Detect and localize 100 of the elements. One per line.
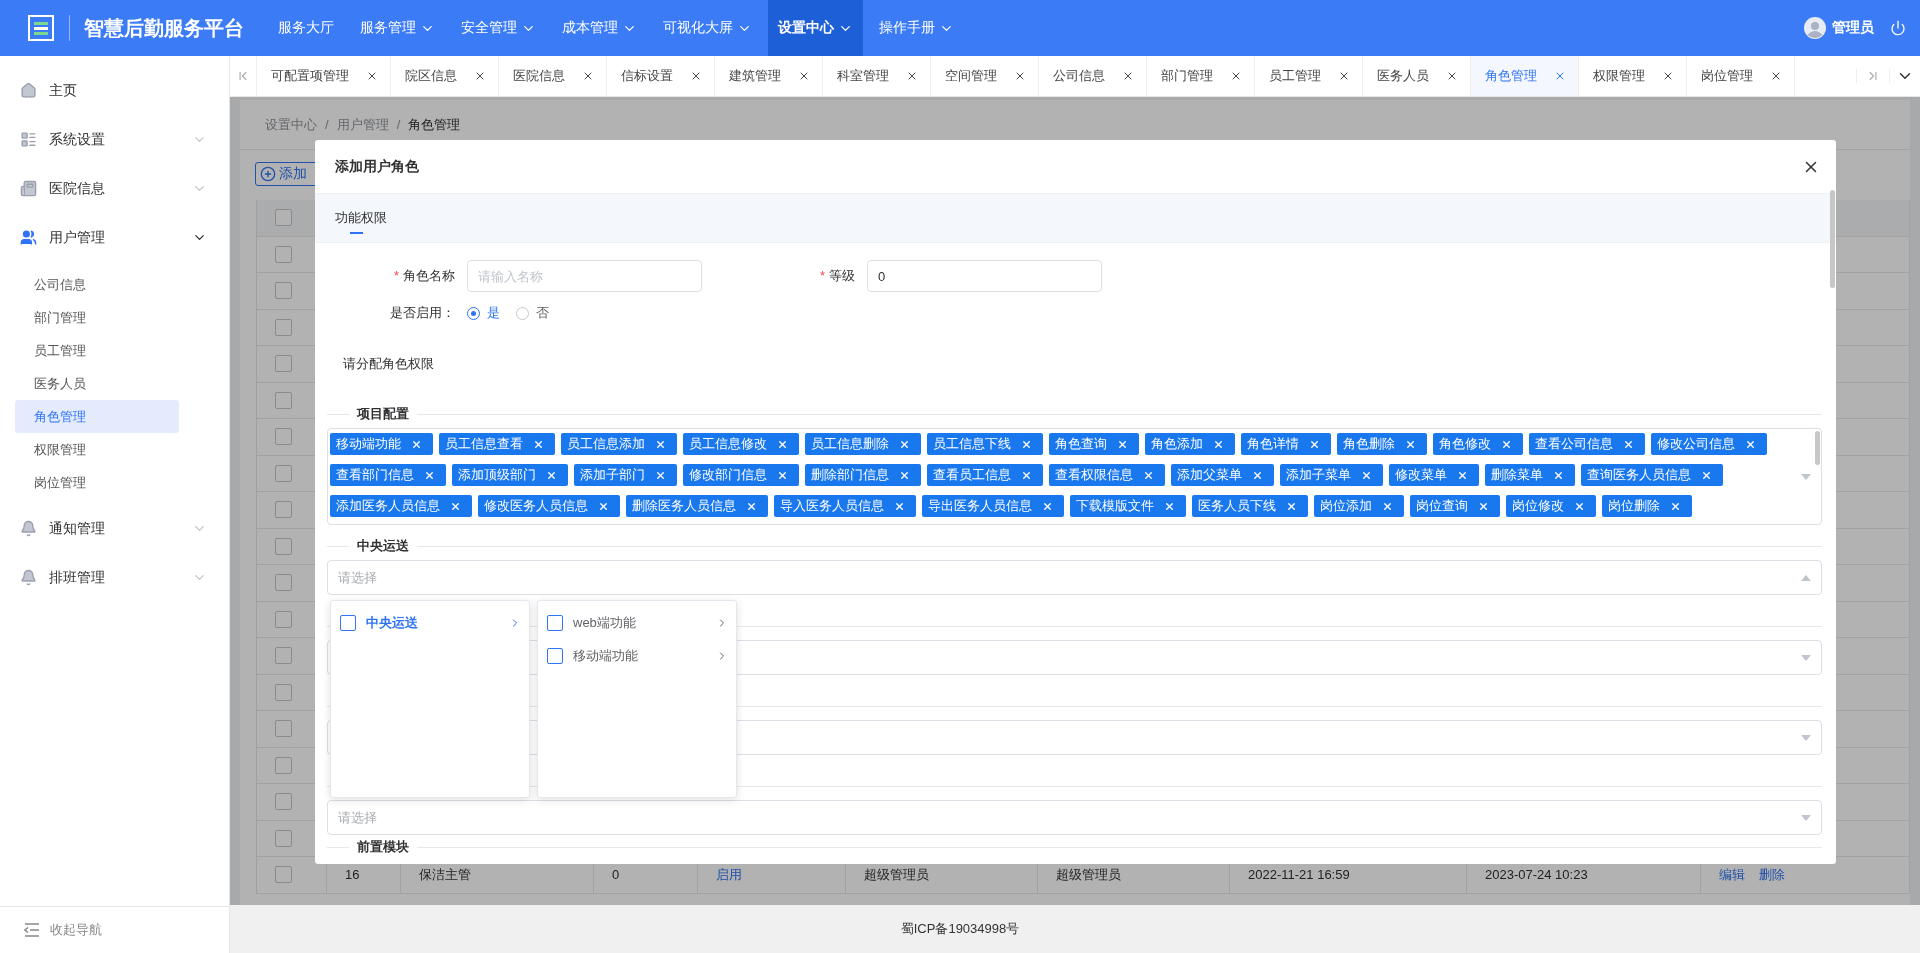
checkbox[interactable] bbox=[275, 647, 292, 665]
sidebar-item[interactable]: 用户管理 bbox=[0, 213, 229, 262]
breadcrumb-item: 角色管理 bbox=[408, 115, 461, 134]
sidebar-item[interactable]: 排班管理 bbox=[0, 553, 229, 602]
checkbox[interactable] bbox=[275, 574, 292, 592]
input-field[interactable]: 0 bbox=[867, 260, 1102, 292]
close-icon[interactable] bbox=[1446, 70, 1458, 82]
tab-label: 岗位管理 bbox=[1701, 67, 1753, 85]
action-link[interactable]: 编辑 bbox=[1719, 865, 1745, 884]
close-icon[interactable] bbox=[690, 70, 702, 82]
close-icon[interactable] bbox=[1014, 70, 1026, 82]
multi-select-field[interactable] bbox=[327, 428, 1822, 525]
tag: 员工信息修改 bbox=[683, 433, 799, 455]
radio-option[interactable]: 是 bbox=[467, 304, 500, 322]
footer-text: 蜀ICP备19034998号 bbox=[230, 905, 1920, 953]
sidebar-subitem[interactable]: 岗位管理 bbox=[15, 466, 179, 499]
checkbox[interactable] bbox=[275, 245, 292, 263]
checkbox[interactable] bbox=[275, 282, 292, 300]
sidebar-subitem[interactable]: 部门管理 bbox=[15, 301, 179, 334]
checkbox[interactable] bbox=[340, 614, 356, 631]
sidebar-subitem[interactable]: 医务人员 bbox=[15, 367, 179, 400]
add-button[interactable]: 添加 bbox=[255, 162, 318, 186]
table-cell: 2023-07-24 10:23 bbox=[1485, 867, 1588, 883]
tag: 医务人员下线 bbox=[1192, 495, 1308, 517]
table-cell: 2022-11-21 16:59 bbox=[1248, 867, 1350, 883]
tag: 查看权限信息 bbox=[1049, 464, 1165, 486]
page-tab[interactable]: 角色管理 bbox=[1471, 56, 1579, 96]
tag: 查看公司信息 bbox=[1529, 433, 1645, 455]
input-field[interactable]: 请输入名称 bbox=[467, 260, 702, 292]
close-icon[interactable] bbox=[906, 70, 918, 82]
tag: 查看员工信息 bbox=[927, 464, 1043, 486]
home-icon bbox=[20, 82, 37, 99]
nav-menu-item[interactable]: 成本管理 bbox=[552, 0, 647, 56]
close-icon[interactable] bbox=[1662, 70, 1674, 82]
checkbox[interactable] bbox=[275, 683, 292, 701]
checkbox[interactable] bbox=[275, 464, 292, 482]
tag: 修改部门信息 bbox=[683, 464, 799, 486]
section-title: 前置模块 bbox=[349, 838, 417, 856]
close-icon[interactable] bbox=[1338, 70, 1350, 82]
cascader-option[interactable]: 中央运送 bbox=[331, 606, 529, 639]
radio-option[interactable]: 否 bbox=[516, 304, 549, 322]
checkbox[interactable] bbox=[275, 793, 292, 811]
table-cell: 超级管理员 bbox=[1056, 865, 1121, 884]
tag: 修改菜单 bbox=[1389, 464, 1479, 486]
tag: 修改公司信息 bbox=[1651, 433, 1767, 455]
checkbox[interactable] bbox=[275, 829, 292, 847]
tag: 删除医务人员信息 bbox=[626, 495, 768, 517]
tab-label: 科室管理 bbox=[837, 67, 889, 85]
sidebar-item[interactable]: 通知管理 bbox=[0, 504, 229, 553]
collapse-nav-button[interactable]: 收起导航 bbox=[0, 906, 229, 953]
tab-label: 信标设置 bbox=[621, 67, 673, 85]
nav-menu-item[interactable]: 服务大厅 bbox=[268, 0, 344, 56]
checkbox[interactable] bbox=[275, 720, 292, 738]
checkbox[interactable] bbox=[275, 866, 292, 884]
checkbox[interactable] bbox=[275, 428, 292, 446]
cascader-option[interactable]: 移动端功能 bbox=[538, 639, 736, 672]
close-icon[interactable] bbox=[1230, 70, 1242, 82]
close-icon[interactable] bbox=[1122, 70, 1134, 82]
close-icon[interactable] bbox=[582, 70, 594, 82]
tag: 移动端功能 bbox=[330, 433, 433, 455]
sidebar-item[interactable]: 医院信息 bbox=[0, 164, 229, 213]
scrollbar-thumb[interactable] bbox=[1830, 190, 1835, 288]
close-icon[interactable] bbox=[1770, 70, 1782, 82]
tag: 员工信息查看 bbox=[439, 433, 555, 455]
sidebar-item[interactable]: 系统设置 bbox=[0, 115, 229, 164]
close-icon[interactable] bbox=[366, 70, 378, 82]
checkbox[interactable] bbox=[275, 391, 292, 409]
checkbox[interactable] bbox=[275, 318, 292, 336]
sidebar-item[interactable]: 主页 bbox=[0, 66, 229, 115]
checkbox[interactable] bbox=[547, 614, 563, 631]
status-link[interactable]: 启用 bbox=[716, 865, 742, 884]
user-name[interactable]: 管理员 bbox=[1832, 19, 1874, 37]
tag: 岗位删除 bbox=[1602, 495, 1692, 517]
checkbox[interactable] bbox=[275, 537, 292, 555]
nav-menu-item[interactable]: 可视化大屏 bbox=[653, 0, 762, 56]
nav-menu-item[interactable]: 操作手册 bbox=[869, 0, 964, 56]
tab-label: 医务人员 bbox=[1377, 67, 1429, 85]
checkbox[interactable] bbox=[275, 610, 292, 628]
nav-menu-item[interactable]: 安全管理 bbox=[451, 0, 546, 56]
checkbox[interactable] bbox=[275, 756, 292, 774]
sidebar-subitem[interactable]: 公司信息 bbox=[15, 268, 179, 301]
sidebar-subitem[interactable]: 员工管理 bbox=[15, 334, 179, 367]
nav-menu-item[interactable]: 设置中心 bbox=[768, 0, 863, 56]
dialog-tab[interactable]: 功能权限 bbox=[335, 194, 387, 242]
checkbox[interactable] bbox=[275, 209, 292, 227]
scrollbar-thumb[interactable] bbox=[1815, 431, 1820, 465]
checkbox[interactable] bbox=[275, 355, 292, 373]
sidebar-subitem[interactable]: 权限管理 bbox=[15, 433, 179, 466]
nav-menu-item[interactable]: 服务管理 bbox=[350, 0, 445, 56]
app-title: 智慧后勤服务平台 bbox=[84, 15, 244, 41]
checkbox[interactable] bbox=[275, 501, 292, 519]
close-icon[interactable] bbox=[474, 70, 486, 82]
close-icon[interactable] bbox=[798, 70, 810, 82]
sidebar-subitem[interactable]: 角色管理 bbox=[15, 400, 179, 433]
power-icon[interactable] bbox=[1890, 20, 1906, 36]
cascader-option[interactable]: web端功能 bbox=[538, 606, 736, 639]
action-link[interactable]: 删除 bbox=[1759, 865, 1785, 884]
checkbox[interactable] bbox=[547, 647, 563, 664]
tag: 角色删除 bbox=[1337, 433, 1427, 455]
tag: 员工信息添加 bbox=[561, 433, 677, 455]
